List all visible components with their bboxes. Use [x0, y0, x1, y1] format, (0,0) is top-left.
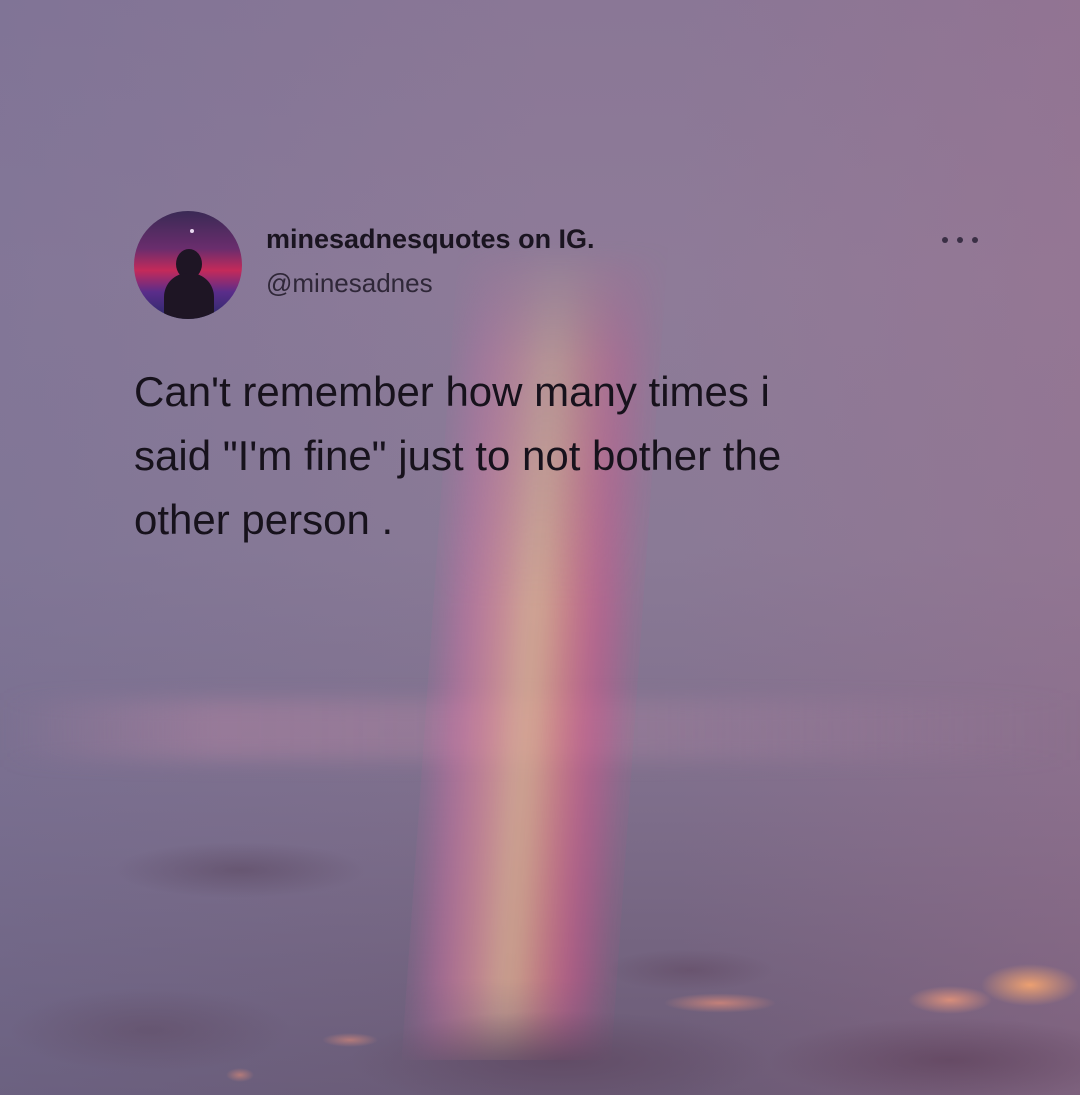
dot: [957, 237, 963, 243]
tweet-card: minesadnesquotes on IG. @minesadnes Can'…: [0, 0, 1080, 1095]
silhouette-body: [164, 273, 214, 319]
tweet-text: Can't remember how many times i said "I'…: [134, 360, 954, 552]
dot: [972, 237, 978, 243]
display-name[interactable]: minesadnesquotes on IG.: [266, 224, 595, 255]
avatar[interactable]: [134, 211, 242, 319]
tweet-text-line: other person .: [134, 496, 394, 543]
tweet-text-line: said "I'm fine" just to not bother the: [134, 432, 782, 479]
dot: [942, 237, 948, 243]
user-handle[interactable]: @minesadnes: [266, 268, 433, 299]
more-options-icon[interactable]: [942, 228, 978, 252]
tweet-text-line: Can't remember how many times i: [134, 368, 770, 415]
moon-icon: [190, 229, 194, 233]
